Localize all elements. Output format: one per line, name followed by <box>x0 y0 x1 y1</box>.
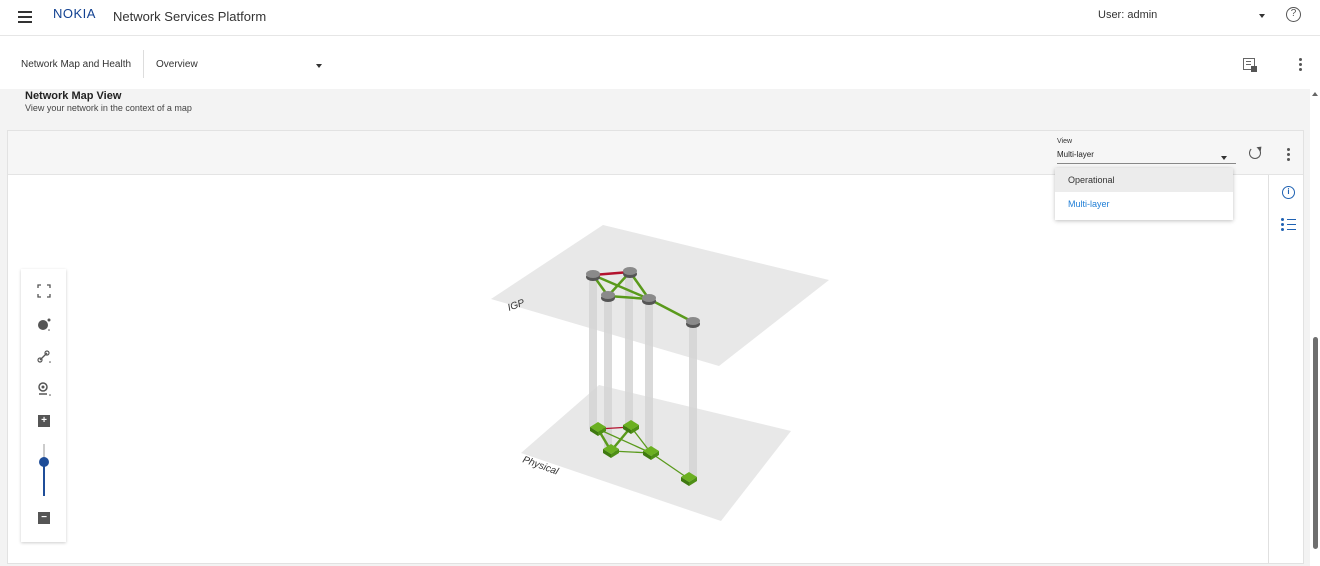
page-more-menu-icon[interactable] <box>1299 58 1303 73</box>
connector <box>645 300 653 452</box>
hamburger-menu-icon[interactable] <box>18 11 32 23</box>
connector <box>604 297 612 449</box>
connector <box>689 323 697 479</box>
breadcrumb[interactable]: Network Map and Health <box>21 59 131 70</box>
overview-select[interactable]: Overview <box>156 59 198 70</box>
page-title: Network Map View <box>25 90 122 102</box>
user-label: User: admin <box>1098 9 1158 21</box>
map-location-icon[interactable] <box>36 381 52 397</box>
scroll-up-arrow-icon[interactable] <box>1312 92 1318 96</box>
router-node <box>642 294 656 305</box>
connector <box>589 277 597 429</box>
map-controls: + − <box>21 269 66 542</box>
view-option-multi-layer[interactable]: Multi-layer <box>1055 192 1233 216</box>
info-icon[interactable]: i <box>1282 186 1295 199</box>
router-node <box>686 317 700 328</box>
view-dropdown-menu: Operational Multi-layer <box>1055 168 1233 220</box>
router-node <box>623 267 637 278</box>
sub-header: Network Map and Health Overview <box>0 37 1320 89</box>
zoom-slider-handle[interactable] <box>39 457 49 467</box>
zoom-out-button[interactable]: − <box>38 512 50 524</box>
igp-layer-plane <box>491 225 829 366</box>
divider <box>143 50 144 78</box>
router-node <box>601 291 615 302</box>
help-icon[interactable]: ? <box>1286 7 1301 22</box>
user-menu-chevron-down-icon[interactable] <box>1259 14 1265 18</box>
legend-list-icon[interactable] <box>1281 218 1296 232</box>
zoom-in-button[interactable]: + <box>38 415 50 427</box>
nokia-logo: NOKIA <box>53 6 96 20</box>
zoom-slider-fill <box>43 462 45 496</box>
link-style-icon[interactable] <box>36 348 52 364</box>
right-rail <box>1268 175 1303 563</box>
svg-text:NOKIA: NOKIA <box>53 6 96 20</box>
app-title: Network Services Platform <box>113 9 267 24</box>
overview-chevron-down-icon[interactable] <box>316 64 322 68</box>
fit-to-screen-icon[interactable] <box>36 283 52 299</box>
vertical-scrollbar[interactable] <box>1313 337 1318 549</box>
report-icon[interactable] <box>1243 58 1257 72</box>
page-subtitle: View your network in the context of a ma… <box>25 103 192 113</box>
view-option-operational[interactable]: Operational <box>1055 168 1233 192</box>
map-more-menu-icon[interactable] <box>1287 148 1291 163</box>
node-style-icon[interactable] <box>36 316 52 332</box>
router-node <box>586 270 600 281</box>
top-header: NOKIA Network Services Platform User: ad… <box>0 0 1320 36</box>
